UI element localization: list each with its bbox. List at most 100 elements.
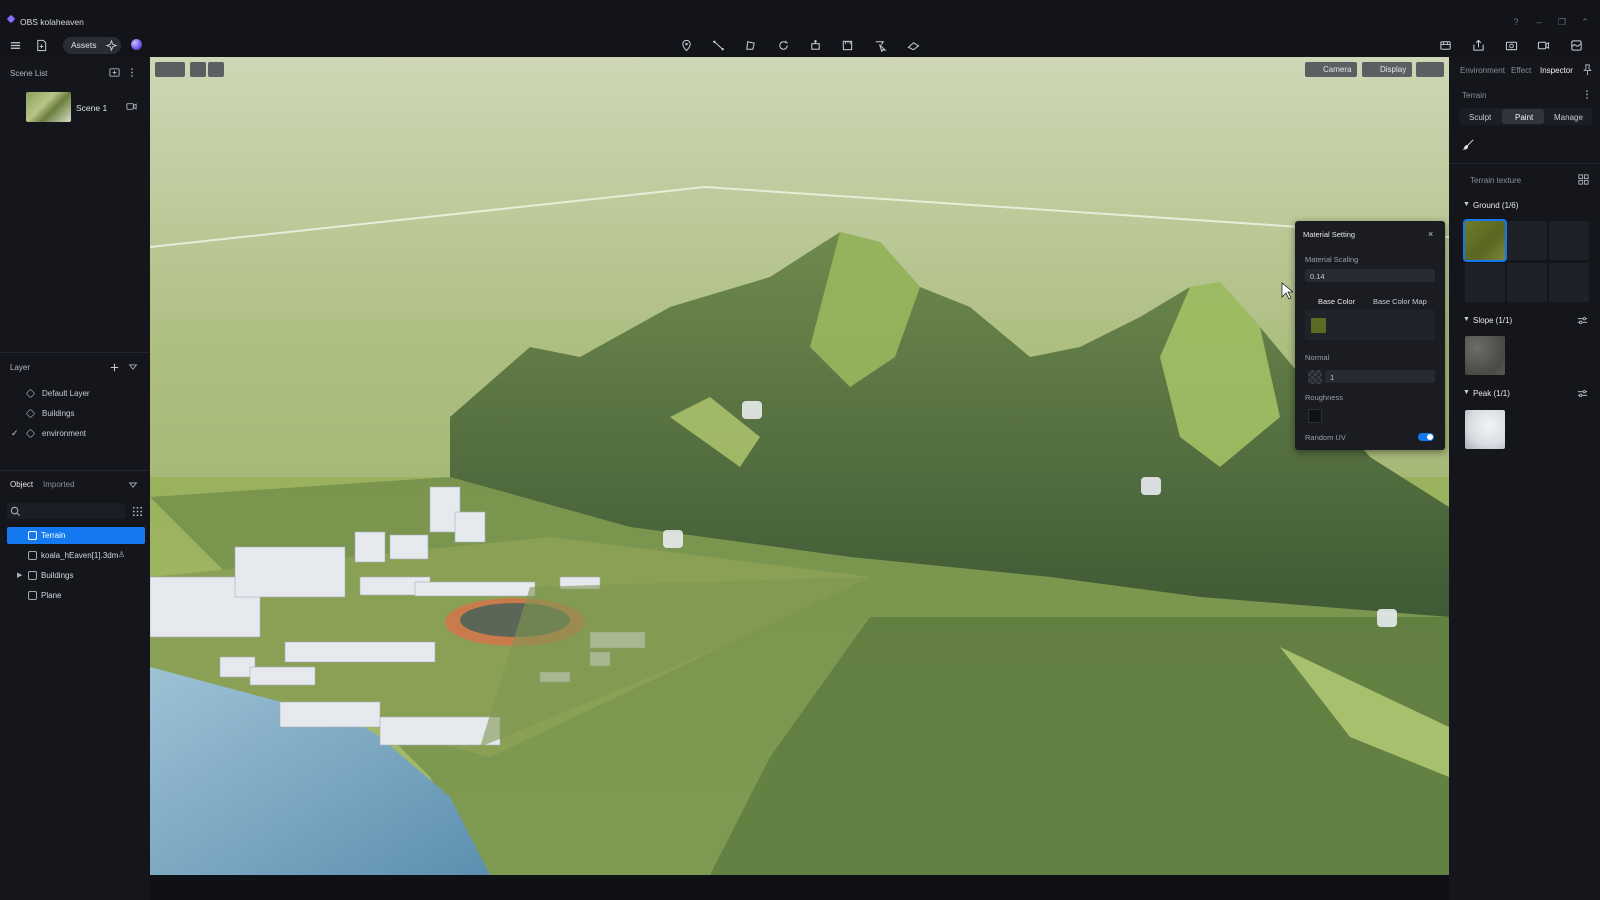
transform-mode-button[interactable] xyxy=(155,62,185,77)
peak-group-label[interactable]: Peak (1/1) xyxy=(1473,389,1510,398)
view-options-button[interactable] xyxy=(1416,62,1444,77)
tab-inspector[interactable]: Inspector xyxy=(1540,66,1573,75)
peak-settings-icon[interactable] xyxy=(1575,386,1589,400)
close-window-icon[interactable]: ⌃ xyxy=(1578,15,1592,29)
collapse-arrow-icon[interactable]: ▼ xyxy=(1463,389,1470,396)
group-icon xyxy=(28,571,37,580)
layer-options-icon[interactable] xyxy=(127,360,139,374)
display-label: Display xyxy=(1380,65,1407,74)
ground-texture-slot-5[interactable] xyxy=(1507,263,1547,302)
extrude-tool-icon[interactable] xyxy=(806,36,824,54)
menu-icon[interactable] xyxy=(6,36,24,54)
normal-value: 1 xyxy=(1330,373,1335,382)
divider xyxy=(1449,163,1600,164)
tab-base-color-map[interactable]: Base Color Map xyxy=(1373,297,1427,306)
ai-orb-icon[interactable] xyxy=(131,39,142,50)
rotate-tool-icon[interactable] xyxy=(774,36,792,54)
tab-effect[interactable]: Effect xyxy=(1511,66,1531,75)
expand-arrow-icon[interactable]: ▶ xyxy=(17,571,22,579)
scene-more-icon[interactable] xyxy=(126,64,138,80)
render-output-icon[interactable] xyxy=(1567,36,1585,54)
grid-view-icon[interactable] xyxy=(130,504,144,518)
model-icon xyxy=(28,551,37,560)
add-scene-icon[interactable] xyxy=(106,64,122,80)
roughness-map-thumbnail[interactable] xyxy=(1308,409,1322,423)
polygon-tool-icon[interactable] xyxy=(741,36,759,54)
assets-label: Assets xyxy=(71,40,97,50)
export-icon[interactable] xyxy=(1469,36,1487,54)
terrain-texture-title: Terrain texture xyxy=(1470,176,1522,185)
line-tool-icon[interactable] xyxy=(709,36,727,54)
select-tool-icon[interactable] xyxy=(871,36,889,54)
collapse-arrow-icon[interactable]: ▼ xyxy=(1463,316,1470,323)
normal-input[interactable] xyxy=(1325,370,1435,383)
terrain-icon xyxy=(28,531,37,540)
help-icon[interactable]: ? xyxy=(1509,15,1523,29)
scene-item-label[interactable]: Scene 1 xyxy=(76,103,107,113)
scene-camera-icon[interactable] xyxy=(123,98,139,114)
object-item-terrain[interactable]: Terrain xyxy=(7,527,145,544)
object-item-label: Plane xyxy=(41,591,62,600)
new-file-icon[interactable] xyxy=(32,36,50,54)
object-item-buildings[interactable]: ▶ Buildings xyxy=(7,567,145,584)
slope-group-label[interactable]: Slope (1/1) xyxy=(1473,316,1512,325)
tab-sculpt[interactable]: Sculpt xyxy=(1469,113,1491,122)
texture-grid-icon[interactable] xyxy=(1576,172,1590,186)
status-strip xyxy=(150,875,1600,900)
slope-settings-icon[interactable] xyxy=(1575,313,1589,327)
pen-button[interactable] xyxy=(208,62,224,77)
peak-texture-slot[interactable] xyxy=(1465,410,1505,449)
tab-paint[interactable]: Paint xyxy=(1515,113,1533,122)
pin-tool-icon[interactable] xyxy=(677,36,695,54)
ground-texture-slot-6[interactable] xyxy=(1549,263,1589,302)
object-search-input[interactable] xyxy=(7,503,125,519)
ground-texture-slot-2[interactable] xyxy=(1507,221,1547,260)
ground-group-label[interactable]: Ground (1/6) xyxy=(1473,201,1518,210)
object-options-icon[interactable] xyxy=(127,478,139,492)
random-uv-toggle[interactable] xyxy=(1418,433,1434,441)
layer-title: Layer xyxy=(10,363,31,372)
terrain-more-icon[interactable] xyxy=(1581,87,1593,101)
normal-map-thumbnail[interactable] xyxy=(1308,370,1322,384)
display-button[interactable]: Display xyxy=(1362,62,1413,77)
asset-library-icon[interactable] xyxy=(1436,36,1454,54)
tab-imported[interactable]: Imported xyxy=(43,480,75,489)
screenshot-camera-icon[interactable] xyxy=(1502,36,1520,54)
brush-icon[interactable] xyxy=(1460,136,1476,152)
tab-manage[interactable]: Manage xyxy=(1554,113,1583,122)
lock-icon[interactable]: ♙ xyxy=(118,550,125,559)
pin-panel-icon[interactable] xyxy=(1580,62,1594,76)
slope-texture-slot[interactable] xyxy=(1465,336,1505,375)
minimize-icon[interactable]: – xyxy=(1532,15,1546,29)
sparkle-icon[interactable] xyxy=(102,36,120,54)
object-item-label: Terrain xyxy=(41,531,66,540)
add-layer-icon[interactable] xyxy=(106,359,122,375)
ground-texture-slot-3[interactable] xyxy=(1549,221,1589,260)
tab-object[interactable]: Object xyxy=(10,480,33,489)
close-icon[interactable]: × xyxy=(1428,229,1433,239)
object-item-plane[interactable]: Plane xyxy=(7,587,145,604)
ground-texture-slot-1[interactable] xyxy=(1463,219,1507,262)
layer-item-environment[interactable]: environment xyxy=(42,429,86,438)
base-color-swatch[interactable] xyxy=(1311,318,1326,333)
main-toolbar xyxy=(0,30,1600,57)
check-icon: ✓ xyxy=(11,428,19,438)
scene-thumbnail[interactable] xyxy=(26,92,71,122)
layer-item-buildings[interactable]: Buildings xyxy=(42,409,74,418)
layer-item-default[interactable]: Default Layer xyxy=(42,389,90,398)
3d-viewport[interactable] xyxy=(150,57,1449,875)
restore-icon[interactable]: ❐ xyxy=(1555,15,1569,29)
video-record-icon[interactable] xyxy=(1534,36,1552,54)
object-item-model[interactable]: koala_hEaven[1].3dm ♙ xyxy=(7,547,145,564)
ground-texture-slot-4[interactable] xyxy=(1465,263,1505,302)
collapse-arrow-icon[interactable]: ▼ xyxy=(1463,201,1470,208)
globe-button[interactable] xyxy=(190,62,206,77)
measure-tool-icon[interactable] xyxy=(838,36,856,54)
terrain-scene xyxy=(150,57,1449,875)
tab-base-color[interactable]: Base Color xyxy=(1318,297,1355,306)
tab-environment[interactable]: Environment xyxy=(1460,66,1505,75)
divider xyxy=(0,470,150,471)
plane-icon xyxy=(28,591,37,600)
camera-button[interactable]: Camera xyxy=(1305,62,1358,77)
terrain-tool-icon[interactable] xyxy=(904,36,922,54)
